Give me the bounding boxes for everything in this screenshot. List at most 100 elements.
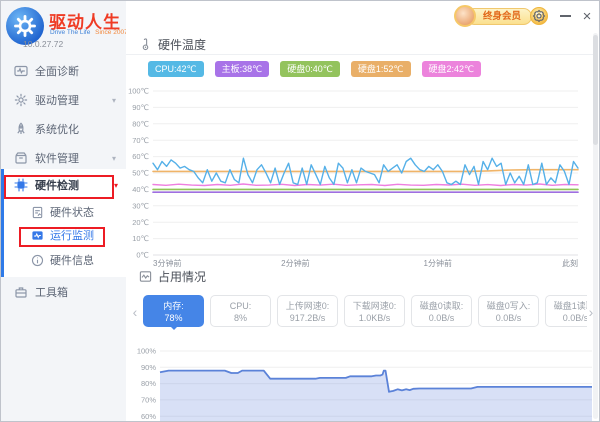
- usage-card[interactable]: CPU:8%: [210, 295, 271, 327]
- app-version: 10.0.27.72: [23, 39, 63, 49]
- temp-chip[interactable]: 硬盘0:40℃: [280, 61, 340, 77]
- diagnose-icon: [14, 64, 28, 78]
- usage-chart-icon: [139, 270, 152, 283]
- sidebar-item-hardware-detect[interactable]: 硬件检测 ▾: [1, 173, 126, 197]
- divider: [126, 54, 594, 55]
- cards-scroll-left-icon[interactable]: ‹: [129, 301, 141, 323]
- rocket-icon: [14, 122, 28, 136]
- svg-text:60℃: 60℃: [132, 152, 149, 161]
- svg-text:40℃: 40℃: [132, 185, 149, 194]
- sidebar-group-hardware-detect: 硬件检测 ▾ 硬件状态 运行监测: [1, 169, 126, 277]
- close-button[interactable]: ×: [578, 7, 596, 25]
- card-value: 78%: [144, 312, 203, 324]
- thermometer-icon: [139, 38, 152, 51]
- usage-card[interactable]: 上传网速0:917.2B/s: [277, 295, 338, 327]
- sidebar-item-toolbox[interactable]: 工具箱: [1, 280, 126, 304]
- logo-area: 驱动人生 Drive The Life Since 2007 10.0.27.7…: [1, 1, 126, 55]
- sidebar-item-label: 软件管理: [35, 150, 79, 166]
- sidebar-item-label: 全面诊断: [35, 63, 79, 79]
- usage-card[interactable]: 磁盘1读取:0.0B/s: [545, 295, 587, 327]
- sidebar-subitem-run-monitor[interactable]: 运行监测: [1, 224, 126, 246]
- svg-text:此刻: 此刻: [562, 258, 578, 268]
- card-label: 内存:: [144, 300, 203, 312]
- svg-text:100%: 100%: [137, 347, 157, 356]
- sidebar-item-label: 驱动管理: [35, 92, 79, 108]
- sidebar: 驱动人生 Drive The Life Since 2007 10.0.27.7…: [1, 1, 126, 421]
- card-value: 8%: [211, 312, 270, 324]
- app-window: 驱动人生 Drive The Life Since 2007 10.0.27.7…: [0, 0, 600, 422]
- sidebar-item-label: 硬件状态: [50, 204, 94, 220]
- sidebar-item-label: 运行监测: [50, 227, 94, 243]
- svg-text:3分钟前: 3分钟前: [153, 258, 181, 268]
- section-header-temperature: 硬件温度: [139, 36, 206, 53]
- sidebar-item-diagnose[interactable]: 全面诊断: [1, 59, 126, 83]
- titlebar: 终身会员 V ×: [126, 1, 599, 31]
- memory-usage-chart: 100% 90% 80% 70% 60%: [126, 345, 600, 422]
- sidebar-item-software-manage[interactable]: 软件管理 ▾: [1, 146, 126, 170]
- svg-text:1分钟前: 1分钟前: [424, 258, 452, 268]
- svg-text:10℃: 10℃: [132, 234, 149, 243]
- svg-text:70℃: 70℃: [132, 136, 149, 145]
- sidebar-item-driver-manage[interactable]: 驱动管理 ▾: [1, 88, 126, 112]
- card-value: 1.0KB/s: [345, 312, 404, 324]
- scrollbar[interactable]: [593, 33, 598, 419]
- temp-legend-chips: CPU:42℃ 主板:38℃ 硬盘0:40℃ 硬盘1:52℃ 硬盘2:42℃: [148, 61, 481, 77]
- cpu-chip-icon: [14, 178, 28, 192]
- svg-text:70%: 70%: [141, 396, 156, 405]
- info-icon: [31, 254, 44, 267]
- svg-text:80%: 80%: [141, 379, 156, 388]
- avatar: [454, 5, 476, 27]
- usage-card[interactable]: 磁盘0写入:0.0B/s: [478, 295, 539, 327]
- temp-chip[interactable]: 硬盘2:42℃: [422, 61, 482, 77]
- app-subtitle-en: Drive The Life: [50, 29, 90, 36]
- card-label: CPU:: [211, 300, 270, 312]
- usage-cards: 内存:78%CPU:8%上传网速0:917.2B/s下载网速0:1.0KB/s磁…: [143, 295, 587, 331]
- sidebar-item-label: 硬件检测: [35, 177, 79, 193]
- card-label: 上传网速0:: [278, 300, 337, 312]
- card-label: 磁盘0读取:: [412, 300, 471, 312]
- minimize-button[interactable]: [556, 7, 574, 25]
- card-value: 0.0B/s: [546, 312, 587, 324]
- section-header-usage: 占用情况: [139, 268, 206, 285]
- chevron-down-icon-red: ▾: [114, 181, 118, 190]
- main-panel: 硬件温度 CPU:42℃主板:38℃硬盘0:40℃硬盘1:52℃硬盘2:42℃ …: [126, 31, 599, 421]
- sidebar-subitem-hw-status[interactable]: 硬件状态: [1, 201, 126, 223]
- svg-text:90℃: 90℃: [132, 103, 149, 112]
- sidebar-item-label: 系统优化: [35, 121, 79, 137]
- section-title: 硬件温度: [158, 36, 206, 53]
- app-since: Since 2007: [95, 29, 128, 36]
- temperature-chart: 0℃ 10℃ 20℃ 30℃ 40℃ 50℃ 60℃ 70℃ 80℃ 90℃ 100℃ 3分钟前 2分钟…: [126, 86, 600, 272]
- usage-card[interactable]: 磁盘0读取:0.0B/s: [411, 295, 472, 327]
- svg-text:60%: 60%: [141, 412, 156, 421]
- temp-chip[interactable]: 主板:38℃: [215, 61, 270, 77]
- toolbox-icon: [14, 285, 28, 299]
- sidebar-subitem-hw-info[interactable]: 硬件信息: [1, 249, 126, 271]
- svg-text:100℃: 100℃: [128, 87, 149, 96]
- card-label: 下载网速0:: [345, 300, 404, 312]
- svg-text:90%: 90%: [141, 363, 156, 372]
- section-title: 占用情况: [158, 268, 206, 285]
- svg-text:30℃: 30℃: [132, 201, 149, 210]
- card-label: 磁盘0写入:: [479, 300, 538, 312]
- card-value: 0.0B/s: [412, 312, 471, 324]
- sidebar-item-sys-optimize[interactable]: 系统优化: [1, 117, 126, 141]
- svg-text:0℃: 0℃: [136, 251, 149, 260]
- card-value: 0.0B/s: [479, 312, 538, 324]
- document-status-icon: [31, 206, 44, 219]
- scrollbar-thumb[interactable]: [593, 35, 598, 145]
- usage-card[interactable]: 内存:78%: [143, 295, 204, 327]
- settings-gear-icon[interactable]: [530, 7, 548, 25]
- card-label: 磁盘1读取:: [546, 300, 587, 312]
- svg-text:20℃: 20℃: [132, 218, 149, 227]
- software-box-icon: [14, 151, 28, 165]
- gear-icon: [14, 93, 28, 107]
- svg-text:80℃: 80℃: [132, 119, 149, 128]
- sidebar-item-label: 工具箱: [35, 284, 68, 300]
- svg-text:50℃: 50℃: [132, 169, 149, 178]
- usage-card[interactable]: 下载网速0:1.0KB/s: [344, 295, 405, 327]
- svg-text:2分钟前: 2分钟前: [281, 258, 309, 268]
- chevron-down-icon: ▾: [112, 96, 116, 105]
- card-value: 917.2B/s: [278, 312, 337, 324]
- temp-chip[interactable]: 硬盘1:52℃: [351, 61, 411, 77]
- temp-chip[interactable]: CPU:42℃: [148, 61, 204, 77]
